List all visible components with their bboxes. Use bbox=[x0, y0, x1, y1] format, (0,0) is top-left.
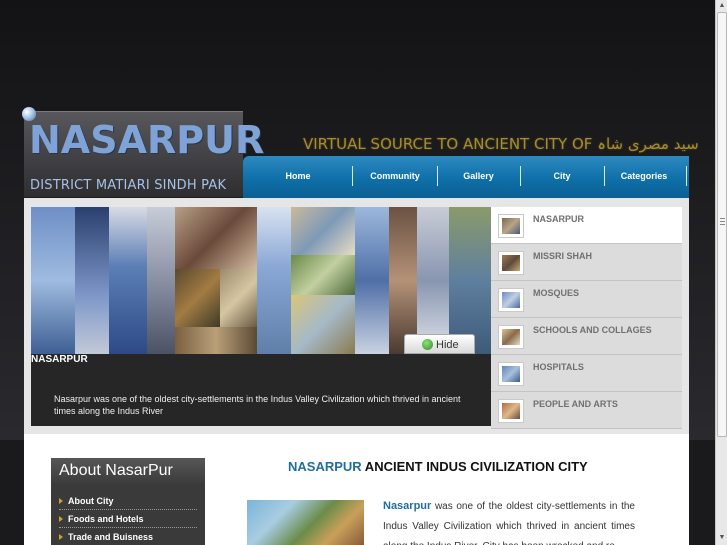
nav-city[interactable]: City bbox=[520, 156, 604, 198]
thumb-item-people-arts[interactable]: PEOPLE AND ARTS bbox=[491, 392, 682, 429]
hide-button-label: Hide bbox=[436, 339, 459, 351]
slide-collage-tile bbox=[220, 269, 257, 327]
intro-lead-word: Nasarpur bbox=[383, 500, 432, 512]
sidebar-item-trade-business[interactable]: Trade and Buisness bbox=[59, 529, 197, 545]
nav-home[interactable]: Home bbox=[243, 156, 353, 198]
grip-line bbox=[720, 221, 725, 222]
thumb-item-missri-shah[interactable]: MISSRI SHAH bbox=[491, 244, 682, 281]
nav-gallery[interactable]: Gallery bbox=[437, 156, 520, 198]
slide-collage-tile bbox=[389, 207, 417, 354]
thumb-item-schools[interactable]: SCHOOLS AND COLLAGES bbox=[491, 318, 682, 355]
arrow-bullet-icon bbox=[59, 498, 63, 504]
slide-collage-tile bbox=[257, 207, 291, 354]
slide-collage-tile bbox=[355, 207, 389, 354]
main-heading-rest: ANCIENT INDUS CIVILIZATION CITY bbox=[361, 459, 588, 474]
thumb-item-hospitals[interactable]: HOSPITALS bbox=[491, 355, 682, 392]
main-heading-accent: NASARPUR bbox=[288, 459, 362, 474]
sidebar-menu: About City Foods and Hotels Trade and Bu… bbox=[51, 485, 205, 545]
slide-collage-tile bbox=[109, 207, 147, 354]
sidebar-item-foods-hotels[interactable]: Foods and Hotels bbox=[59, 511, 197, 528]
thumb-label: MISSRI SHAH bbox=[533, 251, 593, 261]
slide-collage-tile bbox=[291, 295, 355, 354]
sidebar-item-label: Trade and Buisness bbox=[68, 532, 154, 542]
slide-collage-tile bbox=[175, 327, 257, 354]
caption-text: Nasarpur was one of the oldest city-sett… bbox=[54, 394, 461, 416]
thumbnail-image bbox=[498, 362, 524, 386]
thumb-label: MOSQUES bbox=[533, 288, 580, 298]
thumbnail-image bbox=[498, 214, 524, 238]
slide-collage-tile bbox=[175, 207, 257, 269]
sidebar-heading: About NasarPur bbox=[51, 458, 205, 485]
main-heading: NASARPUR ANCIENT INDUS CIVILIZATION CITY bbox=[288, 459, 588, 474]
slide-collage-tile bbox=[175, 269, 220, 327]
slide-collage-tile bbox=[291, 255, 355, 295]
minus-circle-icon bbox=[422, 339, 433, 350]
vertical-scrollbar[interactable]: ▲ ▼ bbox=[715, 0, 727, 545]
thumb-label: HOSPITALS bbox=[533, 362, 584, 372]
thumbnail-image bbox=[498, 251, 524, 275]
thumbnail-image bbox=[498, 399, 524, 423]
thumb-item-mosques[interactable]: MOSQUES bbox=[491, 281, 682, 318]
scrollbar-thumb[interactable] bbox=[717, 12, 727, 437]
grip-line bbox=[720, 218, 725, 219]
nav-categories[interactable]: Categories bbox=[604, 156, 684, 198]
slide-collage-tile bbox=[31, 207, 75, 354]
logo-subtitle: DISTRICT MATIARI SINDH PAK bbox=[30, 178, 227, 193]
slide-collage-tile bbox=[449, 207, 491, 354]
slide-collage-tile bbox=[75, 207, 109, 354]
nav-community[interactable]: Community bbox=[353, 156, 437, 198]
scroll-up-icon[interactable]: ▲ bbox=[717, 1, 727, 11]
nav-divider bbox=[686, 166, 687, 186]
thumb-label: SCHOOLS AND COLLAGES bbox=[533, 325, 652, 335]
main-nav: Home Community Gallery City Categories bbox=[243, 156, 689, 198]
slide-collage-tile bbox=[291, 207, 355, 255]
arrow-bullet-icon bbox=[59, 516, 63, 522]
scroll-down-icon[interactable]: ▼ bbox=[717, 533, 727, 543]
slide-collage-tile bbox=[417, 207, 449, 354]
thumb-item-nasarpur[interactable]: NASARPUR bbox=[491, 207, 682, 244]
thumbnail-image bbox=[498, 288, 524, 312]
thumbnail-image bbox=[498, 325, 524, 349]
logo-title[interactable]: NASARPUR bbox=[29, 118, 264, 162]
sidebar-item-label: Foods and Hotels bbox=[68, 514, 144, 524]
thumb-label: NASARPUR bbox=[533, 214, 585, 224]
slide-collage-tile bbox=[147, 207, 175, 354]
caption-title: NASARPUR bbox=[31, 354, 88, 365]
hide-caption-button[interactable]: Hide bbox=[404, 334, 475, 354]
grip-line bbox=[720, 224, 725, 225]
intro-paragraph: Nasarpur was one of the oldest city-sett… bbox=[383, 496, 635, 545]
sidebar-item-about-city[interactable]: About City bbox=[59, 493, 197, 510]
arrow-bullet-icon bbox=[59, 534, 63, 540]
sidebar-item-label: About City bbox=[68, 496, 114, 506]
thumb-label: PEOPLE AND ARTS bbox=[533, 399, 618, 409]
city-photo bbox=[247, 500, 364, 545]
site-tagline: VIRTUAL SOURCE TO ANCIENT CITY OF سید مص… bbox=[303, 135, 699, 153]
